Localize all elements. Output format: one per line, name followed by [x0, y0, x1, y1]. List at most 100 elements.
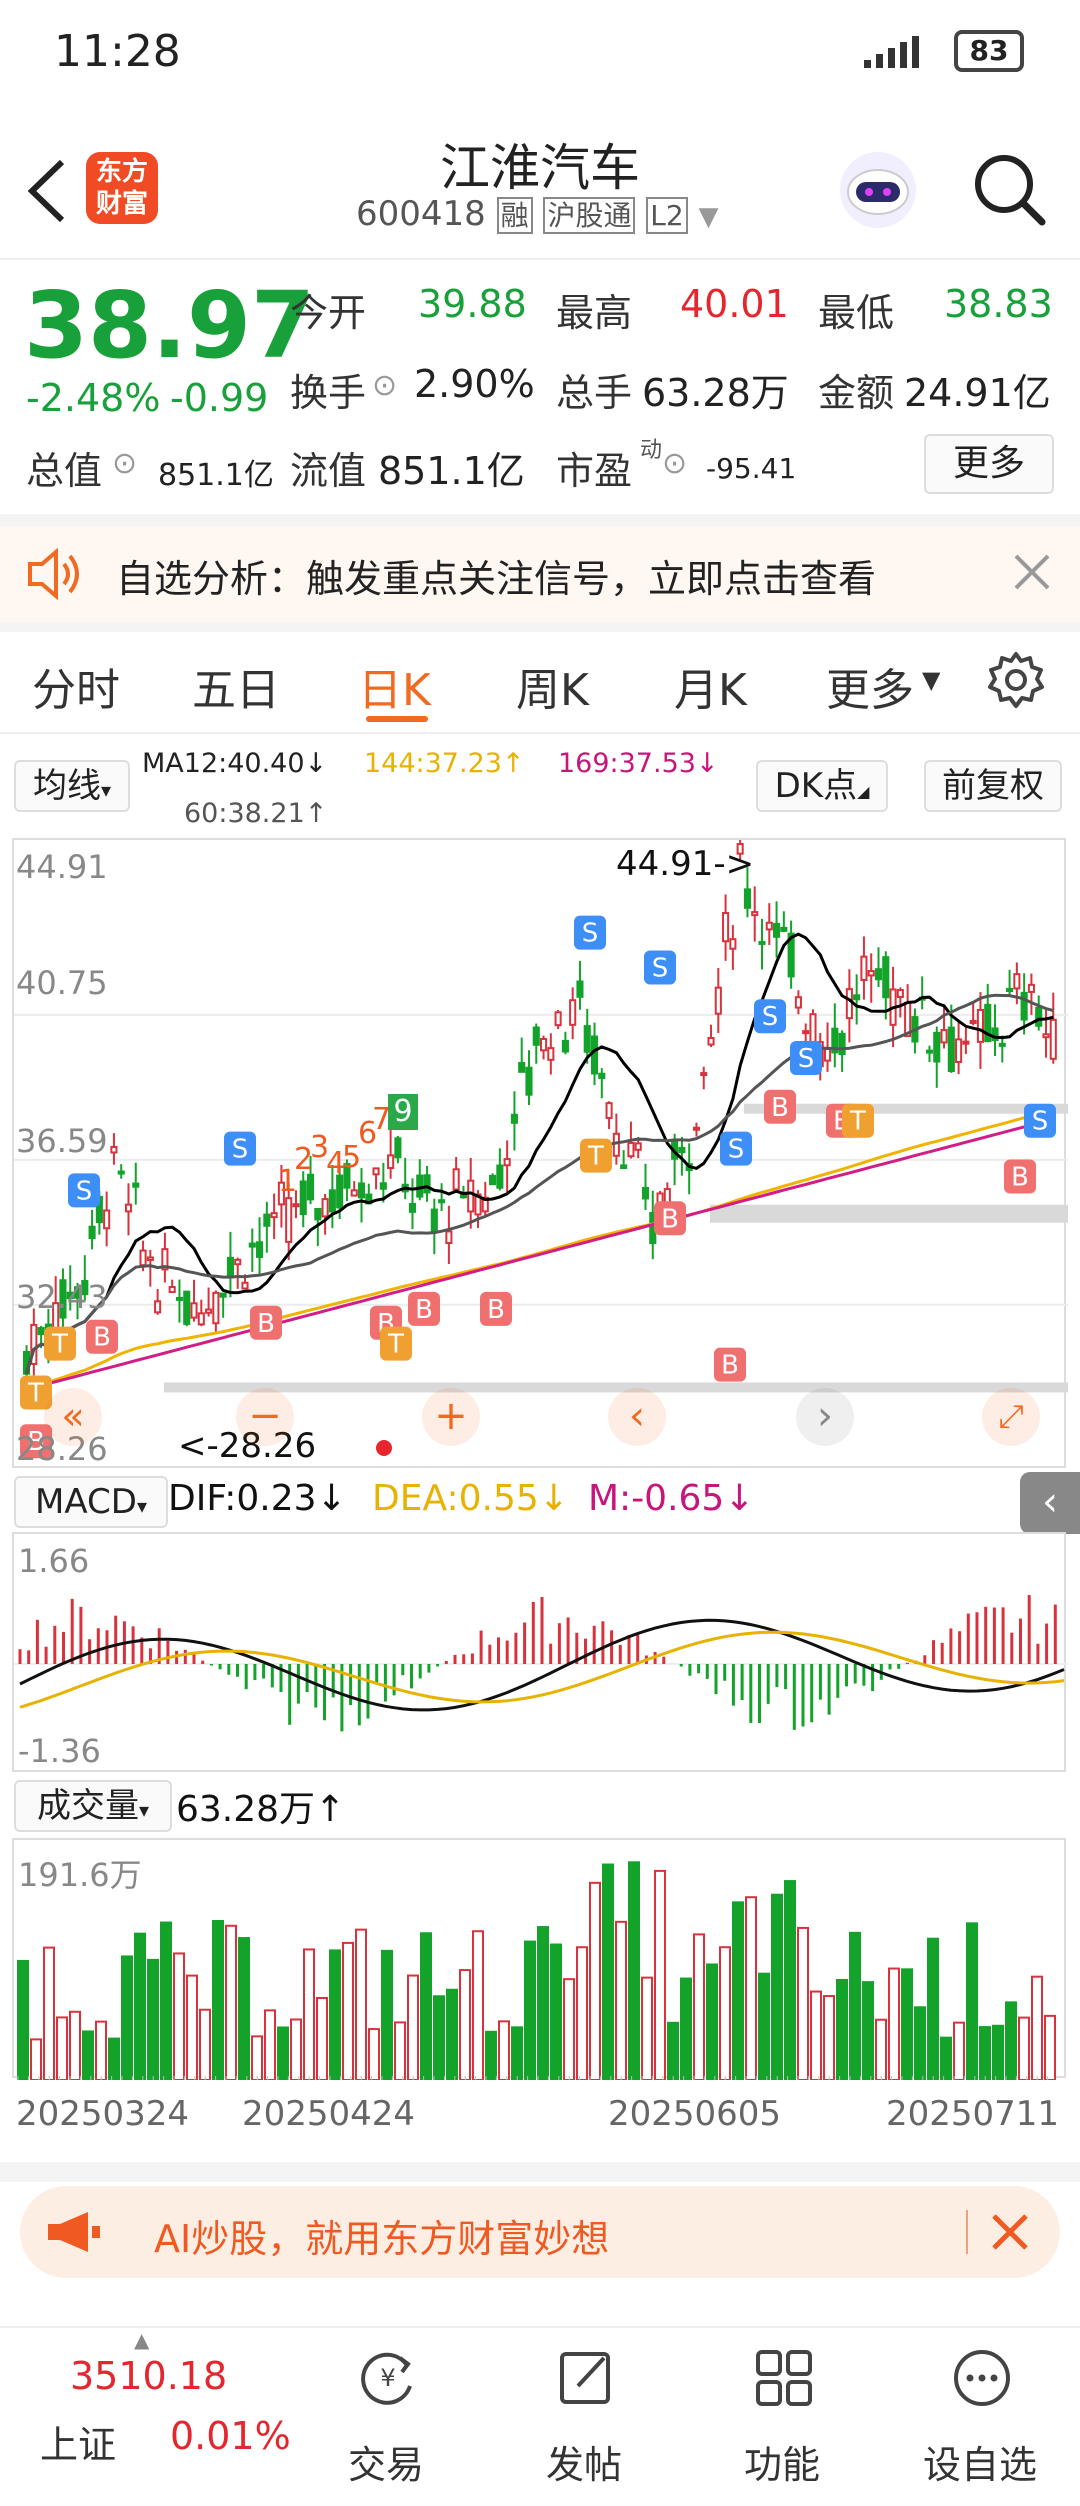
candle-body [372, 1167, 380, 1176]
candle-body [678, 1146, 686, 1154]
pe-sup: 动 [640, 438, 663, 463]
index-change[interactable]: 0.01% [170, 2414, 291, 2458]
kline-chart[interactable]: SSSSSSSSBBBBBBBBBBBTTTTT 44.91 40.75 36.… [12, 838, 1068, 1468]
functions-button[interactable]: 功能 [712, 2346, 852, 2496]
dropdown-icon[interactable]: ▼ [699, 202, 719, 232]
candle-body [540, 1037, 548, 1052]
ad-close-icon[interactable] [988, 2210, 1032, 2254]
candle-body [306, 1173, 315, 1201]
tab-more[interactable]: 更多 [826, 654, 914, 718]
section-gap [0, 514, 1080, 526]
robot-avatar-icon[interactable] [836, 148, 920, 232]
candle-body [860, 955, 868, 981]
signal-marker-S: S [582, 919, 599, 949]
candle-body [809, 1013, 817, 1044]
red-dot [376, 1440, 392, 1456]
date-label-3: 20250605 [608, 2094, 782, 2134]
volume-bar [368, 2028, 380, 2080]
y-label-2: 40.75 [16, 964, 108, 1002]
index-caret-icon: ▲ [134, 2328, 150, 2352]
volume-selector[interactable]: 成交量▾ [14, 1780, 172, 1832]
candle-body [416, 1174, 424, 1198]
alert-banner[interactable]: 自选分析：触发重点关注信号，立即点击查看 [0, 526, 1080, 622]
add-watchlist-button[interactable]: 设自选 [910, 2346, 1050, 2496]
date-label-2: 20250424 [242, 2094, 416, 2134]
volume-bar [56, 2016, 68, 2080]
volume-bar [940, 2036, 952, 2080]
volume-bar [303, 1948, 315, 2080]
candle-body [270, 1212, 278, 1219]
volume-bar [719, 1946, 731, 2080]
macd-dif: DIF:0.23↓ [168, 1478, 347, 1519]
tab-rik[interactable]: 日K [358, 654, 431, 718]
volume-bar [732, 1901, 744, 2080]
volume-bar [953, 2021, 965, 2080]
candle-body [241, 1281, 249, 1290]
candle-body [547, 1047, 555, 1061]
candle-body [1049, 1018, 1057, 1060]
fuquan-button[interactable]: 前复权 [924, 760, 1062, 812]
zoom-in-button[interactable]: + [422, 1388, 480, 1446]
prev-button[interactable]: ‹ [608, 1388, 666, 1446]
stock-header: 东方 财富 江淮汽车 600418 融 沪股通 L2 ▼ [0, 110, 1080, 260]
info-icon[interactable]: ⊙ [112, 446, 137, 481]
signal-marker-B: B [487, 1295, 505, 1325]
candle-body [175, 1296, 184, 1301]
collapse-panel-button[interactable]: ‹ [1020, 1472, 1080, 1534]
macd-selector[interactable]: MACD▾ [14, 1476, 168, 1528]
market-cap-value: 851.1亿 [158, 458, 274, 493]
ma-selector[interactable]: 均线▾ [14, 760, 130, 812]
tab-wuri[interactable]: 五日 [192, 654, 280, 718]
volume-bar [342, 1941, 354, 2080]
settings-gear-icon[interactable] [986, 650, 1046, 710]
tabs-divider [0, 732, 1080, 734]
candle-body [700, 1072, 708, 1077]
dk-point-button[interactable]: DK点◢ [756, 760, 888, 812]
candle-body [838, 1032, 846, 1056]
change-value: -0.99 [170, 376, 269, 420]
index-name[interactable]: 上证 [40, 2414, 116, 2469]
signal-marker-S: S [798, 1044, 815, 1074]
macd-chart[interactable]: 1.66 -1.36 [12, 1532, 1068, 1772]
volume-bar [238, 1937, 250, 2080]
volume-bar [407, 1974, 419, 2080]
tab-zhouk[interactable]: 周K [516, 654, 589, 718]
tag-rong: 融 [496, 197, 533, 234]
fullscreen-icon[interactable]: ⤢ [982, 1388, 1040, 1446]
signal-marker-S: S [76, 1176, 93, 1206]
more-button[interactable]: 更多 [924, 434, 1054, 494]
candle-body [867, 970, 875, 977]
index-value[interactable]: 3510.18 [70, 2354, 227, 2398]
candle-body [321, 1198, 329, 1218]
trade-button[interactable]: ¥ 交易 [316, 2346, 456, 2496]
search-icon[interactable] [970, 150, 1050, 230]
post-button[interactable]: 发帖 [514, 2346, 654, 2496]
rewind-button[interactable]: « [44, 1388, 102, 1446]
volume-bar [680, 1977, 692, 2080]
candle-body [314, 1207, 322, 1221]
tab-fenshi[interactable]: 分时 [32, 654, 120, 718]
signal-marker-B: B [721, 1351, 739, 1381]
info-icon[interactable]: ⊙ [372, 368, 397, 403]
candle-body [933, 1031, 941, 1063]
info-icon[interactable]: ⊙ [662, 446, 687, 481]
tab-yuek[interactable]: 月K [674, 654, 747, 718]
candle-body [882, 956, 890, 999]
candle-body [350, 1189, 358, 1197]
volume-bar [810, 1990, 822, 2080]
candle-body [634, 1142, 642, 1151]
signal-marker-T: T [849, 1107, 866, 1137]
ai-ad-banner[interactable]: AI炒股，就用东方财富妙想 [20, 2186, 1060, 2278]
candle-body [438, 1199, 446, 1204]
next-button[interactable]: › [796, 1388, 854, 1446]
candle-body [605, 1102, 613, 1119]
volume-bar [264, 2009, 276, 2080]
low-value: 38.83 [944, 282, 1053, 326]
volume-bar [888, 1967, 900, 2080]
volume-chart[interactable]: 191.6万 [12, 1838, 1066, 2080]
volume-bar [173, 1952, 185, 2080]
zoom-out-button[interactable]: − [236, 1388, 294, 1446]
volume-bar [316, 1996, 328, 2080]
candle-body [1013, 973, 1021, 990]
close-icon[interactable] [1010, 550, 1054, 594]
